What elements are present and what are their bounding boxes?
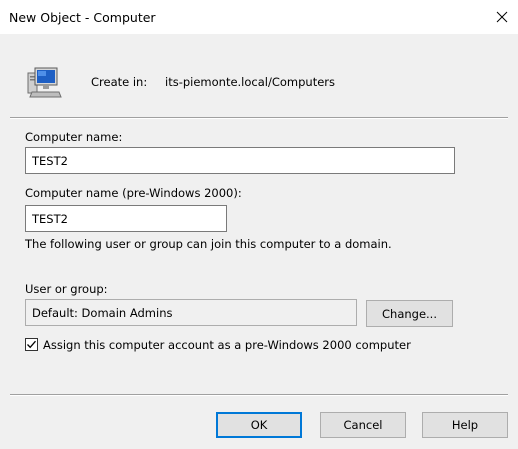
close-icon — [496, 11, 508, 23]
divider — [10, 117, 508, 119]
create-in-path: its-piemonte.local/Computers — [165, 75, 336, 89]
create-in-label: Create in: — [91, 75, 148, 89]
close-button[interactable] — [486, 2, 518, 32]
window-title: New Object - Computer — [9, 10, 156, 25]
computer-icon — [26, 65, 62, 99]
help-button[interactable]: Help — [422, 412, 508, 438]
computer-name-label: Computer name: — [25, 130, 123, 144]
pre-windows-2000-name-input[interactable] — [25, 205, 227, 232]
computer-name-input[interactable] — [25, 147, 455, 174]
join-domain-info-text: The following user or group can join thi… — [25, 237, 392, 251]
user-or-group-value: Default: Domain Admins — [32, 305, 173, 320]
divider — [10, 394, 508, 396]
checkmark-icon — [27, 340, 36, 349]
ok-button[interactable]: OK — [216, 412, 302, 438]
user-or-group-field: Default: Domain Admins — [25, 299, 357, 326]
pre-windows-2000-name-label: Computer name (pre-Windows 2000): — [25, 186, 242, 200]
cancel-button[interactable]: Cancel — [320, 412, 406, 438]
change-button[interactable]: Change... — [366, 300, 453, 327]
assign-pre-2000-label[interactable]: Assign this computer account as a pre-Wi… — [43, 338, 411, 352]
user-or-group-label: User or group: — [25, 282, 108, 296]
assign-pre-2000-checkbox[interactable] — [25, 338, 38, 351]
